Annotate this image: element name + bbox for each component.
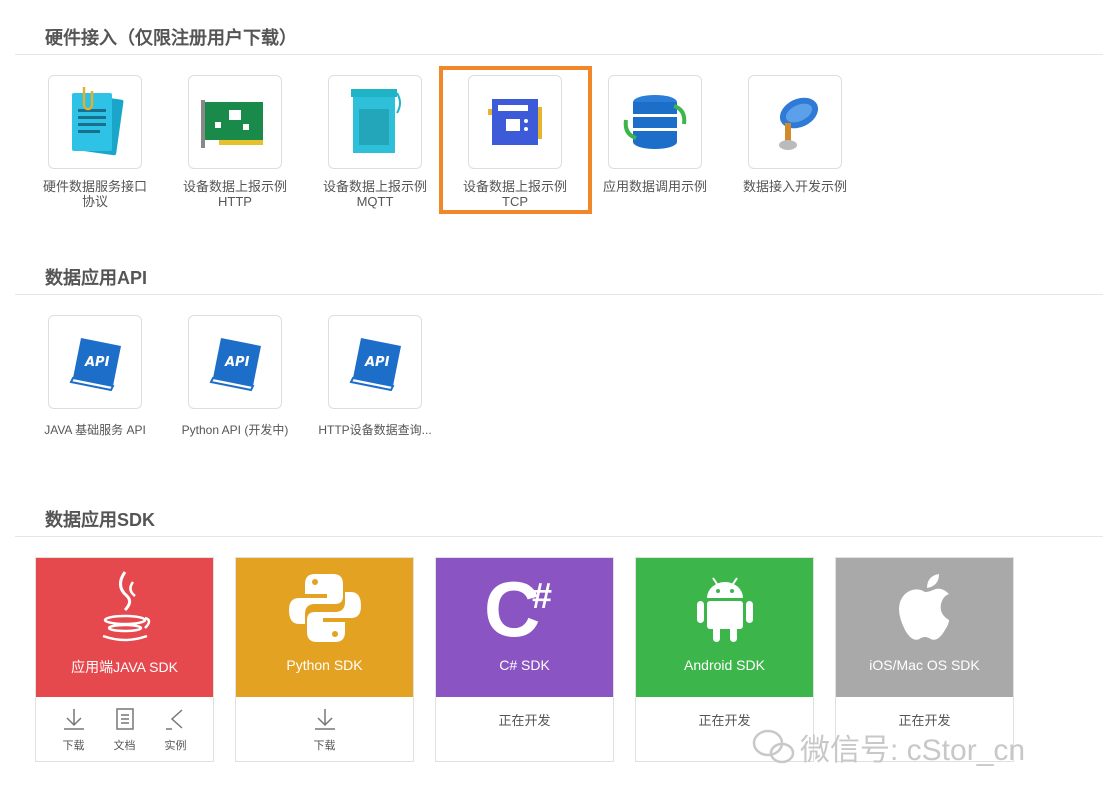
action-label: 下载 bbox=[313, 740, 336, 752]
divider bbox=[15, 294, 1103, 295]
code-icon bbox=[165, 709, 183, 730]
tile-dev-example[interactable]: 数据接入开发示例 bbox=[725, 75, 865, 194]
action-label: 下载 bbox=[62, 740, 85, 752]
tile-label: 设备数据上报示例 bbox=[182, 179, 287, 194]
device-module-icon bbox=[328, 75, 422, 169]
sdk-card-header: Android SDK bbox=[636, 558, 813, 697]
action-label: 实例 bbox=[164, 740, 187, 752]
sdk-name: Android SDK bbox=[684, 657, 765, 673]
api-book-icon: API bbox=[328, 315, 422, 409]
sdk-card-header: 应用端JAVA SDK bbox=[36, 558, 213, 697]
sdk-name: Python SDK bbox=[286, 657, 363, 673]
tile-sublabel: 协议 bbox=[81, 194, 108, 209]
download-button[interactable]: 下载 bbox=[48, 697, 99, 753]
action-label: 文档 bbox=[113, 740, 136, 752]
sdk-name: iOS/Mac OS SDK bbox=[869, 657, 980, 673]
sdk-card-java[interactable]: 应用端JAVA SDK 下载 文档 实例 bbox=[35, 557, 214, 762]
api-icon-text: API bbox=[224, 355, 250, 370]
download-button[interactable]: 下载 bbox=[299, 697, 350, 753]
tile-java-api[interactable]: API JAVA 基础服务 API bbox=[25, 315, 165, 438]
circuit-board-icon bbox=[188, 75, 282, 169]
python-logo-icon bbox=[236, 570, 413, 646]
tile-hardware-protocol[interactable]: 硬件数据服务接口 协议 bbox=[25, 75, 165, 209]
svg-text:#: # bbox=[532, 575, 552, 616]
section-title-sdk: 数据应用SDK bbox=[45, 510, 156, 530]
tile-report-http[interactable]: 设备数据上报示例 HTTP bbox=[165, 75, 305, 209]
sdk-card-header: C # C# SDK bbox=[436, 558, 613, 697]
tile-label: 硬件数据服务接口 bbox=[42, 179, 147, 194]
selection-highlight bbox=[439, 66, 592, 214]
tile-label: 数据接入开发示例 bbox=[742, 179, 847, 194]
document-clip-icon bbox=[48, 75, 142, 169]
section-title-api: 数据应用API bbox=[45, 268, 148, 288]
document-icon bbox=[115, 708, 134, 730]
satellite-dish-icon bbox=[748, 75, 842, 169]
api-icon-text: API bbox=[84, 355, 110, 370]
divider bbox=[15, 54, 1103, 55]
status-text: 正在开发 bbox=[698, 713, 751, 728]
sdk-card-header: Python SDK bbox=[236, 558, 413, 697]
sdk-card-python[interactable]: Python SDK 下载 bbox=[235, 557, 414, 762]
tile-http-query-api[interactable]: API HTTP设备数据查询... bbox=[305, 315, 445, 438]
section-title-hardware: 硬件接入（仅限注册用户下载） bbox=[45, 28, 297, 48]
watermark-text: 微信号: cStor_cn bbox=[800, 734, 1026, 767]
api-icon-text: API bbox=[364, 355, 390, 370]
download-icon bbox=[63, 709, 84, 730]
sdk-name: 应用端JAVA SDK bbox=[71, 659, 178, 675]
tile-label: HTTP设备数据查询... bbox=[318, 423, 432, 437]
tile-python-api[interactable]: API Python API (开发中) bbox=[165, 315, 305, 438]
tile-report-mqtt[interactable]: 设备数据上报示例 MQTT bbox=[305, 75, 445, 209]
android-logo-icon bbox=[636, 570, 813, 646]
apple-logo-icon bbox=[836, 570, 1013, 646]
sdk-name: C# SDK bbox=[499, 657, 550, 673]
watermark: 微信号: cStor_cn bbox=[752, 725, 1025, 769]
wechat-icon bbox=[752, 729, 795, 764]
tile-label: 设备数据上报示例 bbox=[322, 179, 427, 194]
tile-app-data[interactable]: 应用数据调用示例 bbox=[585, 75, 725, 194]
sdk-card-csharp[interactable]: C # C# SDK 正在开发 bbox=[435, 557, 614, 762]
api-book-icon: API bbox=[188, 315, 282, 409]
database-sync-icon bbox=[608, 75, 702, 169]
status-text: 正在开发 bbox=[498, 713, 551, 728]
tile-sublabel: HTTP bbox=[218, 194, 252, 209]
sdk-card-header: iOS/Mac OS SDK bbox=[836, 558, 1013, 697]
tile-sublabel: MQTT bbox=[356, 194, 394, 209]
tile-label: JAVA 基础服务 API bbox=[44, 423, 146, 437]
example-button[interactable]: 实例 bbox=[150, 697, 201, 753]
docs-button[interactable]: 文档 bbox=[99, 697, 150, 753]
download-icon bbox=[314, 709, 335, 730]
tile-label: 应用数据调用示例 bbox=[602, 179, 707, 194]
api-book-icon: API bbox=[48, 315, 142, 409]
csharp-logo-icon: C # bbox=[436, 570, 613, 646]
tile-label: Python API (开发中) bbox=[181, 423, 289, 437]
java-logo-icon bbox=[36, 570, 213, 646]
divider bbox=[15, 536, 1103, 537]
